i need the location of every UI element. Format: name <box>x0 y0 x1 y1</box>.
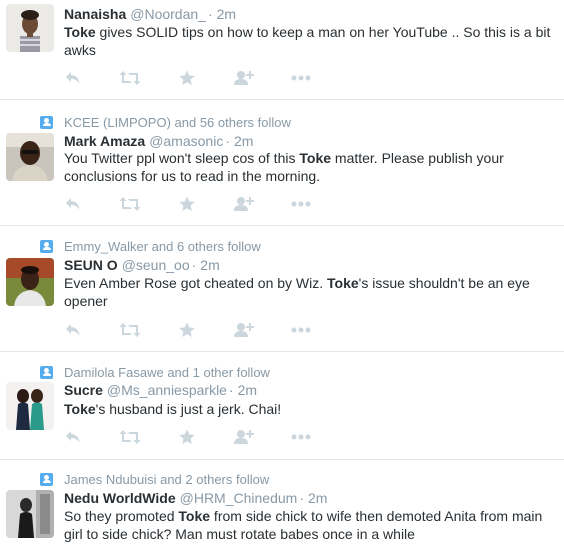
follow-user-icon[interactable] <box>233 428 255 446</box>
follow-user-icon[interactable] <box>233 321 255 339</box>
tweet-actions <box>62 321 312 339</box>
tweet-actions <box>62 69 312 87</box>
person-icon <box>40 115 53 129</box>
avatar[interactable] <box>6 258 54 306</box>
user-handle[interactable]: @Noordan_ <box>130 6 206 22</box>
favorite-icon[interactable] <box>176 321 198 339</box>
favorite-icon[interactable] <box>176 69 198 87</box>
tweet[interactable]: Damilola Fasawe and 1 other follow Sucre… <box>0 352 564 460</box>
tweet-actions <box>62 195 312 213</box>
social-context-text[interactable]: KCEE (LIMPOPO) and 56 others follow <box>64 115 291 130</box>
tweet[interactable]: KCEE (LIMPOPO) and 56 others follow Mark… <box>0 100 564 226</box>
avatar[interactable] <box>6 133 54 181</box>
timestamp[interactable]: 2m <box>234 133 253 149</box>
tweet-actions <box>62 428 312 446</box>
social-context-text[interactable]: Emmy_Walker and 6 others follow <box>64 239 261 254</box>
timestamp[interactable]: 2m <box>238 382 257 398</box>
reply-icon[interactable] <box>62 195 84 213</box>
separator-dot: · <box>299 490 304 506</box>
favorite-icon[interactable] <box>176 428 198 446</box>
user-fullname[interactable]: Mark Amaza <box>64 133 145 149</box>
timestamp[interactable]: 2m <box>308 490 327 506</box>
retweet-icon[interactable] <box>119 321 141 339</box>
separator-dot: · <box>225 133 230 149</box>
social-context-text[interactable]: James Ndubuisi and 2 others follow <box>64 472 269 487</box>
user-handle[interactable]: @seun_oo <box>122 257 190 273</box>
favorite-icon[interactable] <box>176 195 198 213</box>
tweet-text: Toke gives SOLID tips on how to keep a m… <box>64 24 551 58</box>
social-context: Emmy_Walker and 6 others follow <box>40 237 261 255</box>
reply-icon[interactable] <box>62 321 84 339</box>
person-icon <box>40 365 53 379</box>
tweet[interactable]: James Ndubuisi and 2 others follow Nedu … <box>0 460 564 549</box>
person-icon <box>40 239 53 253</box>
reply-icon[interactable] <box>62 69 84 87</box>
more-icon[interactable] <box>290 69 312 87</box>
retweet-icon[interactable] <box>119 195 141 213</box>
social-context: Damilola Fasawe and 1 other follow <box>40 363 270 381</box>
avatar[interactable] <box>6 490 54 538</box>
timestamp[interactable]: 2m <box>200 257 219 273</box>
avatar[interactable] <box>6 4 54 52</box>
avatar[interactable] <box>6 382 54 430</box>
tweet-text: Even Amber Rose got cheated on by Wiz. T… <box>64 275 530 309</box>
tweet-text: So they promoted Toke from side chick to… <box>64 508 543 542</box>
more-icon[interactable] <box>290 195 312 213</box>
user-handle[interactable]: @HRM_Chinedum <box>180 490 298 506</box>
user-fullname[interactable]: Nedu WorldWide <box>64 490 176 506</box>
more-icon[interactable] <box>290 321 312 339</box>
user-handle[interactable]: @amasonic <box>149 133 223 149</box>
tweet-text: Toke's husband is just a jerk. Chai! <box>64 401 282 417</box>
retweet-icon[interactable] <box>119 69 141 87</box>
social-context-text[interactable]: Damilola Fasawe and 1 other follow <box>64 365 270 380</box>
social-context: KCEE (LIMPOPO) and 56 others follow <box>40 113 291 131</box>
follow-user-icon[interactable] <box>233 195 255 213</box>
user-handle[interactable]: @Ms_anniesparkle <box>107 382 227 398</box>
tweet-text: You Twitter ppl won't sleep cos of this … <box>64 150 504 184</box>
person-icon <box>40 472 53 486</box>
separator-dot: · <box>191 257 197 273</box>
follow-user-icon[interactable] <box>233 69 255 87</box>
separator-dot: · <box>228 382 234 398</box>
reply-icon[interactable] <box>62 428 84 446</box>
separator-dot: · <box>207 6 213 22</box>
tweet-timeline: Nanaisha @Noordan_ · 2m Toke gives SOLID… <box>0 0 564 549</box>
user-fullname[interactable]: Sucre <box>64 382 103 398</box>
user-fullname[interactable]: SEUN O <box>64 257 118 273</box>
user-fullname[interactable]: Nanaisha <box>64 6 126 22</box>
tweet[interactable]: Nanaisha @Noordan_ · 2m Toke gives SOLID… <box>0 0 564 100</box>
timestamp[interactable]: 2m <box>217 6 236 22</box>
more-icon[interactable] <box>290 428 312 446</box>
retweet-icon[interactable] <box>119 428 141 446</box>
tweet[interactable]: Emmy_Walker and 6 others follow SEUN O @… <box>0 226 564 352</box>
social-context: James Ndubuisi and 2 others follow <box>40 470 269 488</box>
